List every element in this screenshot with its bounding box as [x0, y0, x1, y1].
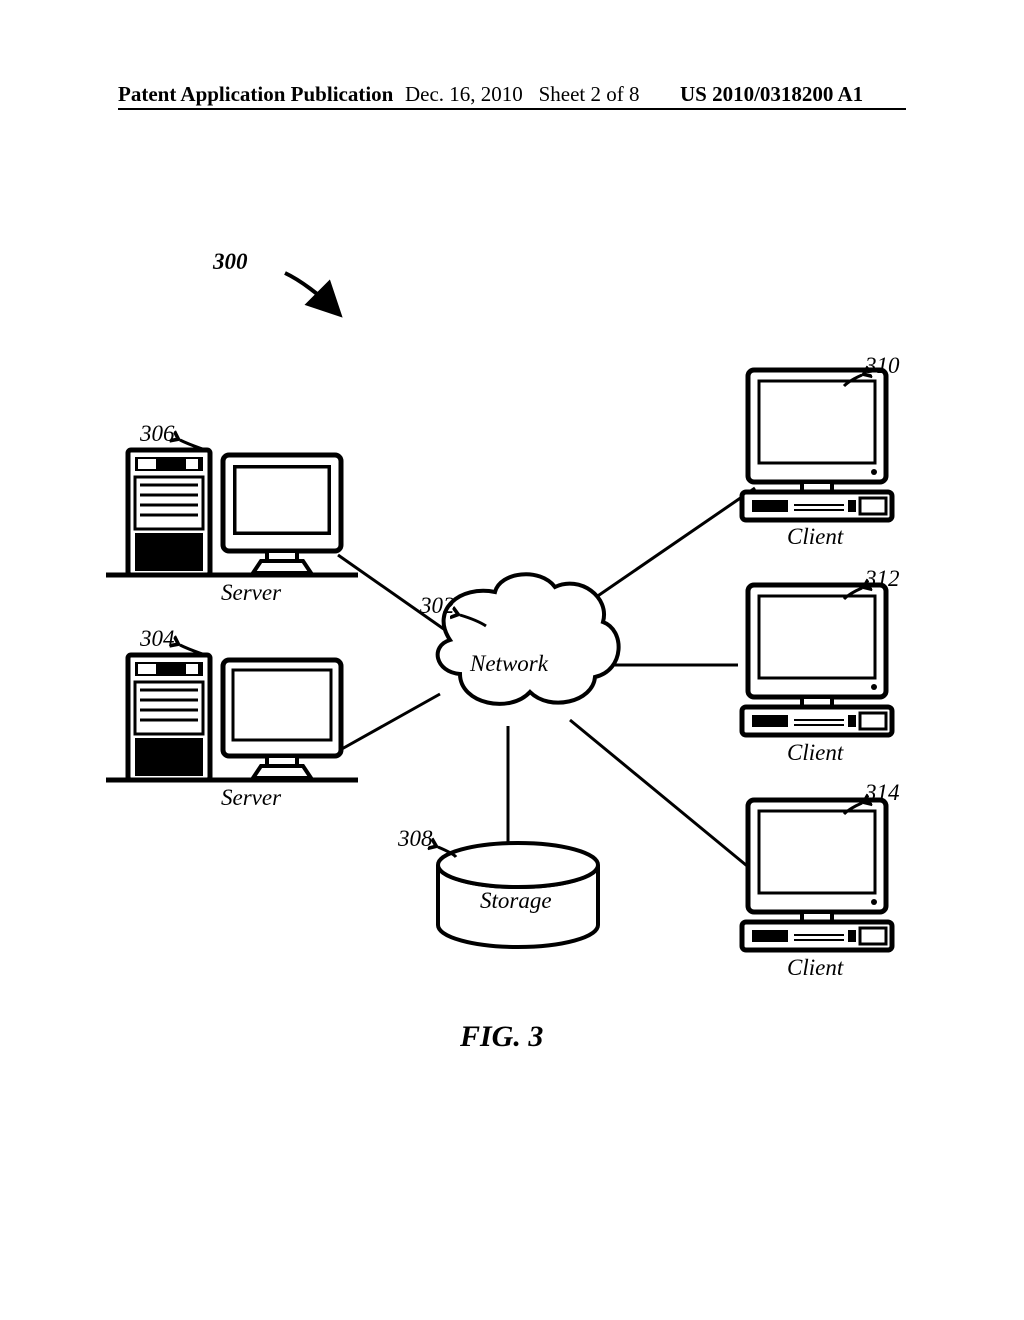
ref-310: 310 [865, 353, 900, 379]
ref-302: 302 [420, 593, 455, 619]
ref-306: 306 [140, 421, 175, 447]
server-top [106, 450, 358, 575]
client-top [742, 370, 892, 520]
ref-312: 312 [865, 566, 900, 592]
client-mid [742, 585, 892, 735]
ref-304: 304 [140, 626, 175, 652]
client-bot [742, 800, 892, 950]
label-client-bot: Client [787, 955, 843, 981]
label-storage: Storage [480, 888, 552, 914]
server-bottom [106, 655, 358, 780]
network-cloud [438, 574, 619, 704]
ref-308: 308 [398, 826, 433, 852]
conn-server-bottom [340, 694, 440, 750]
conn-client-bot [570, 720, 752, 870]
label-server-top: Server [221, 580, 281, 606]
ref-arrow-300 [285, 273, 335, 310]
ref-300: 300 [213, 249, 248, 275]
label-client-mid: Client [787, 740, 843, 766]
figure-caption: FIG. 3 [460, 1020, 543, 1054]
label-network: Network [470, 651, 548, 677]
label-server-bottom: Server [221, 785, 281, 811]
ref-314: 314 [865, 780, 900, 806]
label-client-top: Client [787, 524, 843, 550]
